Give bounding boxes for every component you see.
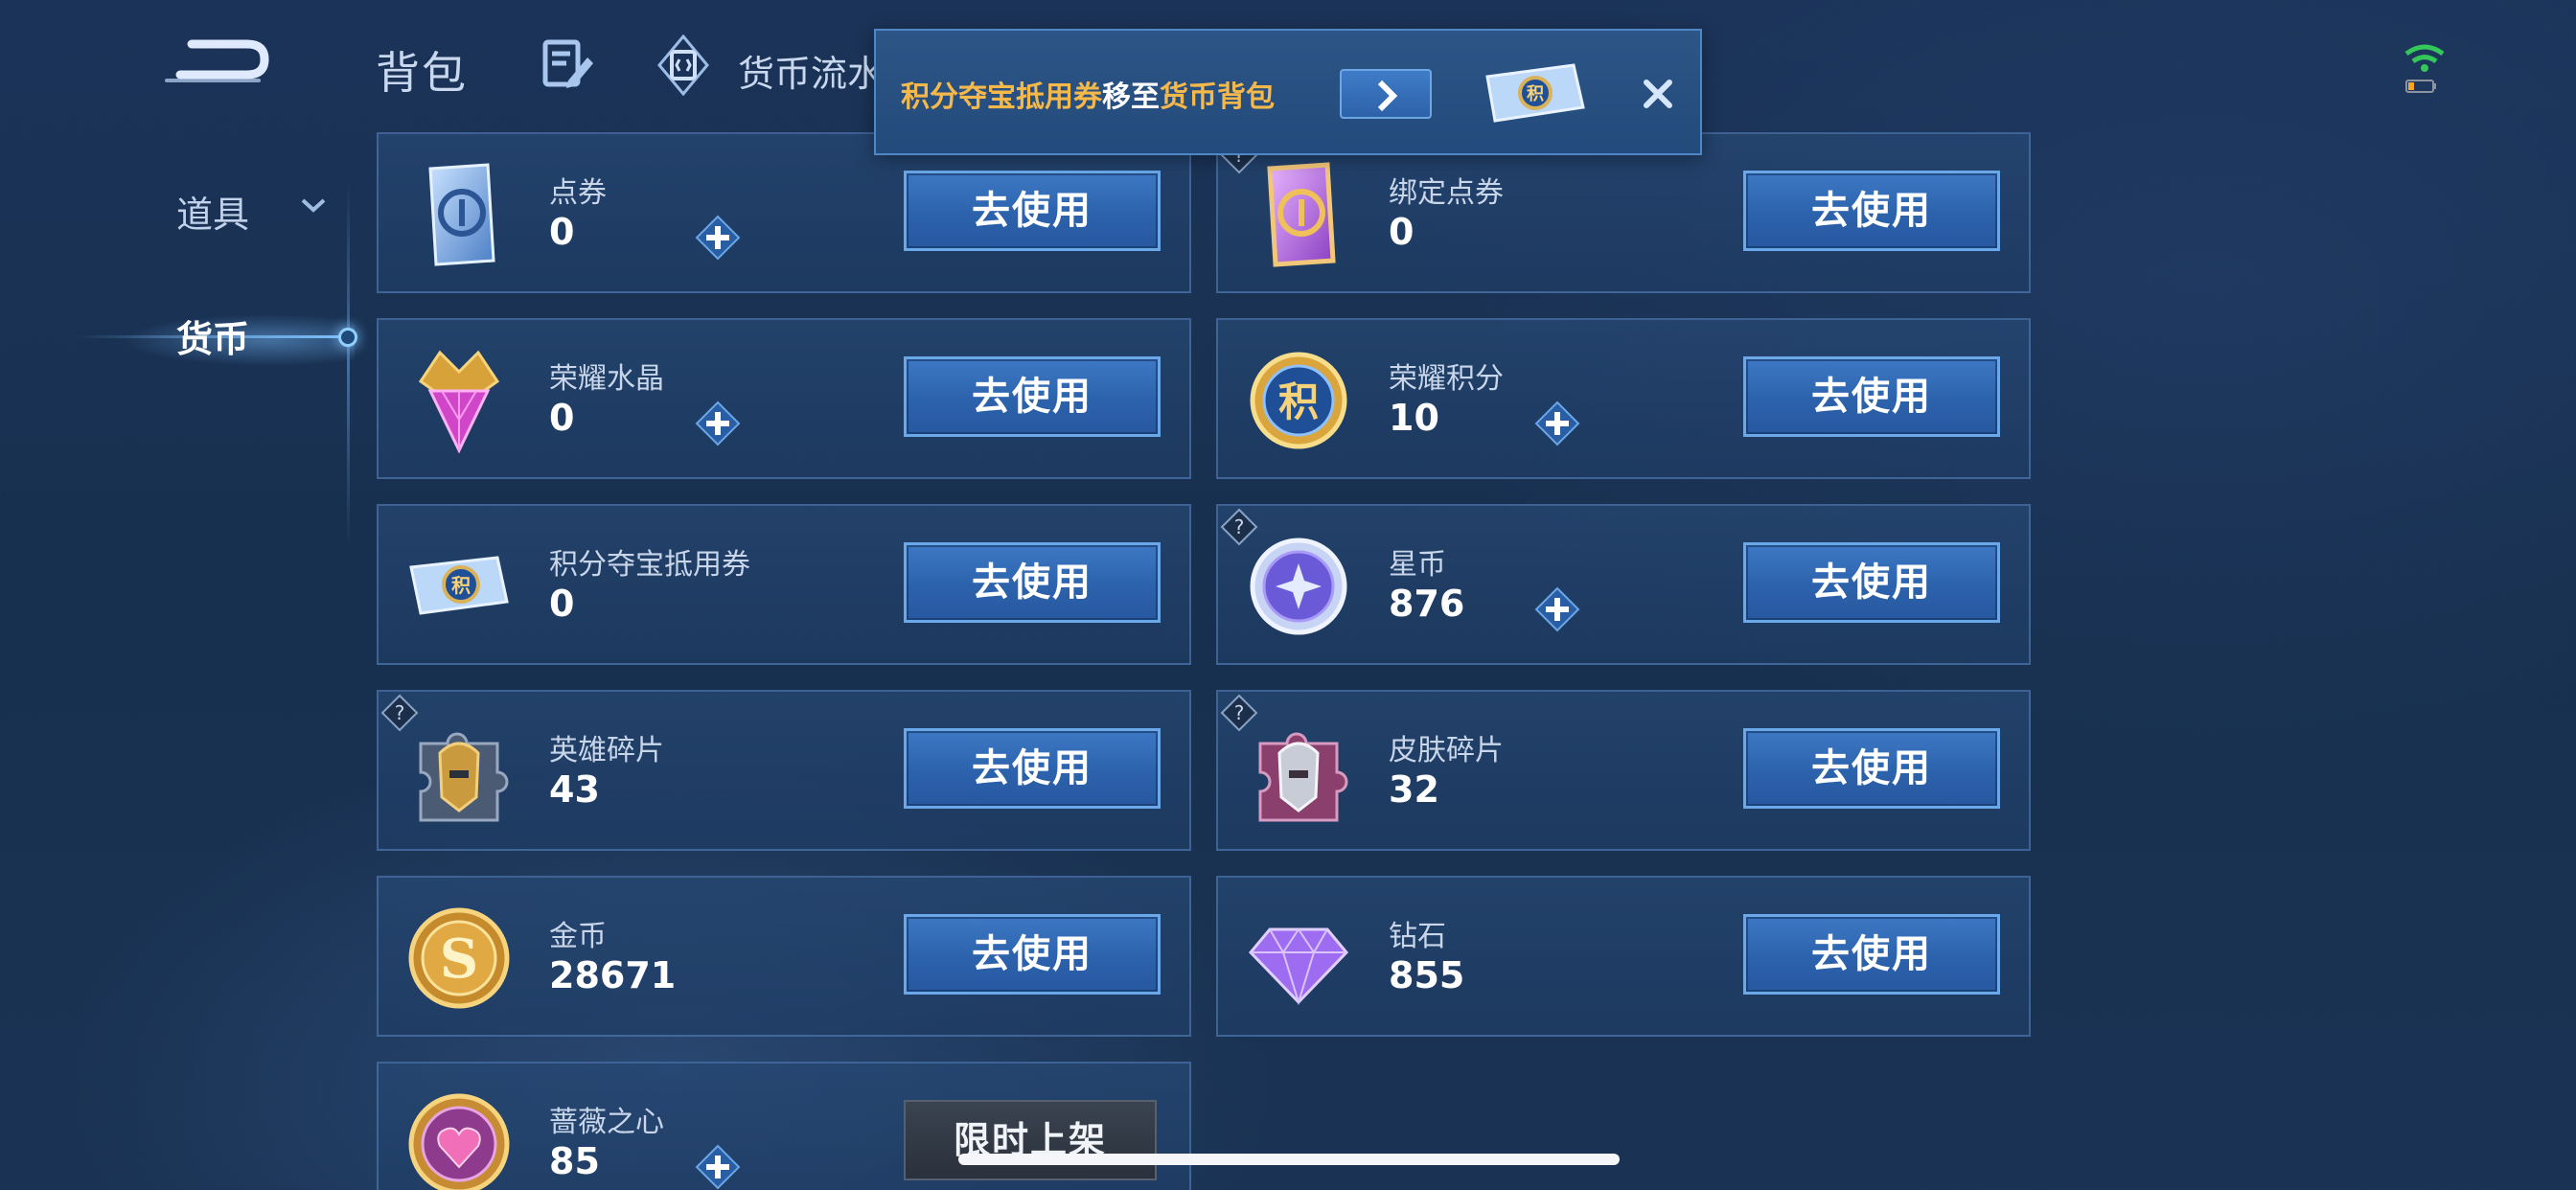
- currency-amount: 0: [549, 397, 575, 439]
- currency-card[interactable]: ? 星币 876 去使用: [1216, 504, 2031, 665]
- bound-ticket-icon: [1267, 162, 1336, 267]
- use-button[interactable]: 去使用: [904, 914, 1161, 995]
- currency-amount: 0: [1389, 211, 1414, 253]
- close-icon: [1644, 80, 1672, 108]
- sidebar-item-label: 道具: [176, 194, 250, 236]
- limited-time-button[interactable]: 限时上架: [904, 1100, 1157, 1180]
- currency-name: 蔷薇之心: [549, 1106, 664, 1139]
- use-button[interactable]: 去使用: [1743, 542, 2000, 623]
- svg-text:S: S: [440, 927, 478, 991]
- use-button[interactable]: 去使用: [1743, 728, 2000, 809]
- currency-card[interactable]: 积 积分夺宝抵用券 0 去使用: [377, 504, 1191, 665]
- currency-name: 荣耀积分: [1389, 362, 1504, 396]
- currency-name: 绑定点券: [1389, 176, 1504, 210]
- use-button[interactable]: 去使用: [904, 542, 1161, 623]
- currency-amount: 0: [549, 583, 575, 625]
- go-button[interactable]: [1340, 69, 1432, 119]
- currency-flow-icon[interactable]: [657, 34, 709, 97]
- use-button[interactable]: 去使用: [904, 728, 1161, 809]
- gold-coin-icon: S: [408, 907, 510, 1009]
- sidebar-item-currency[interactable]: 货币: [0, 278, 357, 383]
- currency-amount: 0: [549, 211, 575, 253]
- add-icon[interactable]: [689, 1138, 747, 1190]
- currency-name: 星币: [1389, 548, 1446, 582]
- notification-toast: 积分夺宝抵用券移至货币背包 积: [874, 29, 1702, 155]
- edit-icon[interactable]: [540, 36, 597, 94]
- diamond-icon: [1248, 927, 1349, 1006]
- voucher-icon: 积: [409, 556, 509, 615]
- currency-card[interactable]: 点券 0 去使用: [377, 132, 1191, 293]
- svg-text:积: 积: [451, 574, 471, 597]
- rose-heart-icon: [408, 1093, 510, 1190]
- currency-card[interactable]: 蔷薇之心 85 限时上架: [377, 1062, 1191, 1190]
- currency-card[interactable]: ? 绑定点券 0 去使用: [1216, 132, 2031, 293]
- toast-target: 货币背包: [1160, 80, 1275, 114]
- currency-name: 点券: [549, 176, 607, 210]
- back-arrow-icon: [165, 39, 269, 82]
- toast-message: 积分夺宝抵用券移至货币背包: [901, 73, 1275, 115]
- use-button[interactable]: 去使用: [1743, 171, 2000, 251]
- currency-amount: 28671: [549, 954, 677, 996]
- currency-amount: 10: [1389, 397, 1439, 439]
- sidebar-item-label: 货币: [176, 318, 250, 360]
- sidebar-item-props[interactable]: 道具: [0, 153, 345, 259]
- currency-amount: 32: [1389, 768, 1439, 811]
- currency-card[interactable]: ? 英雄碎片 43 去使用: [377, 690, 1191, 851]
- hero-fragment-icon: [419, 732, 509, 822]
- add-icon[interactable]: [689, 209, 747, 266]
- wifi-icon: [2404, 44, 2445, 93]
- currency-card[interactable]: S 金币 28671 去使用: [377, 876, 1191, 1037]
- toast-mid-text: 移至: [1102, 80, 1160, 114]
- page-title: 背包: [376, 47, 468, 99]
- voucher-icon: 积: [1485, 63, 1585, 123]
- skin-fragment-icon: [1258, 732, 1348, 822]
- currency-amount: 43: [549, 768, 600, 811]
- currency-card[interactable]: 积 荣耀积分 10 去使用: [1216, 318, 2031, 479]
- currency-card[interactable]: 荣耀水晶 0 去使用: [377, 318, 1191, 479]
- currency-amount: 855: [1389, 954, 1465, 996]
- use-button[interactable]: 去使用: [1743, 356, 2000, 437]
- currency-name: 英雄碎片: [549, 734, 664, 767]
- use-button[interactable]: 去使用: [904, 171, 1161, 251]
- currency-amount: 876: [1389, 583, 1465, 625]
- currency-flow-label[interactable]: 货币流水: [738, 44, 882, 97]
- chevron-right-icon: [1377, 80, 1398, 112]
- active-indicator-dot: [338, 328, 357, 347]
- close-button[interactable]: [1633, 69, 1683, 119]
- toast-item-name: 积分夺宝抵用券: [901, 80, 1102, 114]
- add-icon[interactable]: [1529, 395, 1586, 452]
- currency-name: 皮肤碎片: [1389, 734, 1504, 767]
- use-button[interactable]: 去使用: [1743, 914, 2000, 995]
- currency-grid: 点券 0 去使用 ? 绑定点券 0 去使用 荣耀水晶 0 去使用 积 荣耀积分 …: [377, 132, 2035, 1190]
- currency-name: 荣耀水晶: [549, 362, 664, 396]
- currency-name: 钻石: [1389, 920, 1446, 953]
- ticket-icon: [428, 163, 495, 266]
- home-indicator[interactable]: [958, 1154, 1620, 1165]
- currency-card[interactable]: ? 皮肤碎片 32 去使用: [1216, 690, 2031, 851]
- star-coin-icon: [1250, 538, 1347, 635]
- svg-text:积: 积: [1278, 378, 1319, 425]
- currency-card[interactable]: 钻石 855 去使用: [1216, 876, 2031, 1037]
- crystal-icon: [418, 350, 500, 454]
- status-indicator: [2401, 38, 2449, 96]
- chevron-down-icon: [301, 198, 326, 213]
- currency-amount: 85: [549, 1140, 600, 1182]
- add-icon[interactable]: [689, 395, 747, 452]
- add-icon[interactable]: [1529, 581, 1586, 638]
- svg-text:积: 积: [1527, 84, 1544, 104]
- back-button[interactable]: [163, 29, 278, 96]
- use-button[interactable]: 去使用: [904, 356, 1161, 437]
- points-coin-icon: 积: [1250, 352, 1347, 449]
- sidebar: 道具 货币: [0, 144, 357, 1190]
- currency-name: 积分夺宝抵用券: [549, 548, 750, 582]
- currency-name: 金币: [549, 920, 607, 953]
